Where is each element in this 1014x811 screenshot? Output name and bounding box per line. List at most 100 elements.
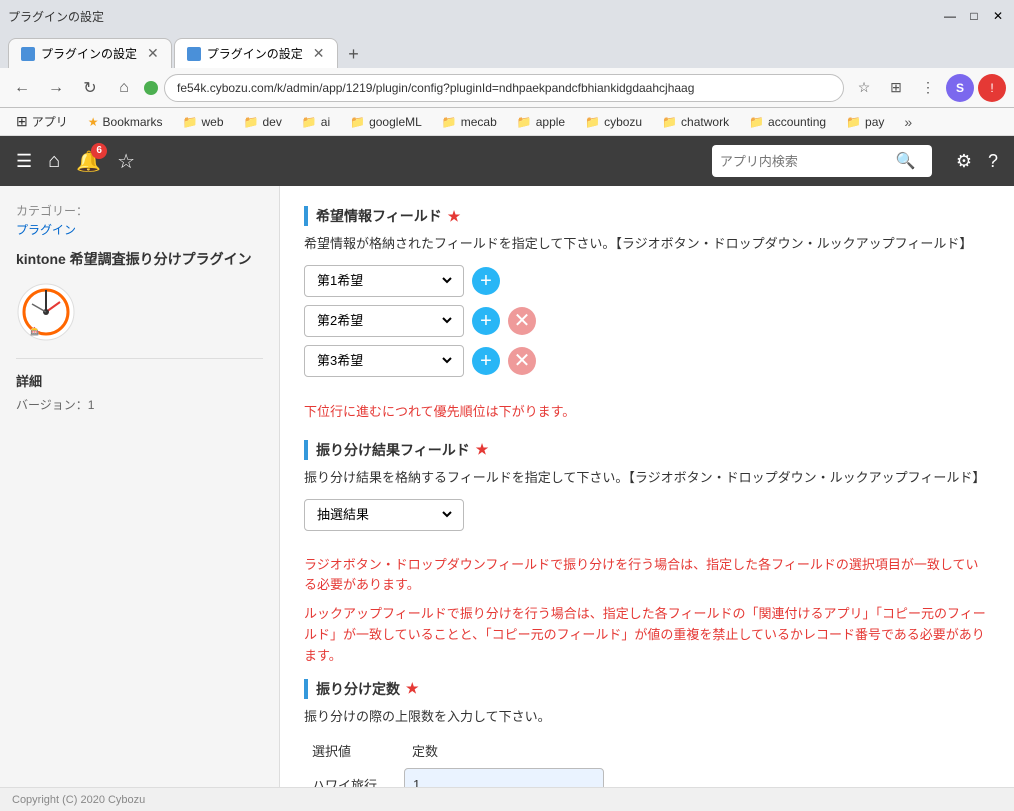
dropdown-row-2: 第2希望 + ✕	[304, 305, 990, 337]
sidebar-category-label: カテゴリー：	[16, 202, 263, 219]
address-bar: ← → ↻ ⌂ ☆ ⊞ ⋮ S !	[0, 68, 1014, 108]
add-field-button-2[interactable]: +	[472, 307, 500, 335]
remove-field-button-3[interactable]: ✕	[508, 347, 536, 375]
bookmark-mecab-label: mecab	[461, 115, 497, 129]
bookmark-accounting[interactable]: 📁 accounting	[741, 113, 834, 131]
home-icon[interactable]: ⌂	[48, 150, 60, 173]
bookmark-pay[interactable]: 📁 pay	[838, 113, 892, 131]
bookmarks-folder[interactable]: ★ Bookmarks	[80, 113, 171, 131]
add-field-button-1[interactable]: +	[472, 267, 500, 295]
bookmark-chatwork-label: chatwork	[681, 115, 729, 129]
bookmark-mecab[interactable]: 📁 mecab	[434, 113, 505, 131]
header-search-input[interactable]	[720, 154, 890, 169]
favorites-star-icon[interactable]: ☆	[117, 149, 135, 174]
field-select-1[interactable]: 第1希望	[313, 272, 455, 289]
header-search-box: 🔍	[712, 145, 932, 177]
browser-menu-button[interactable]: ⋮	[914, 74, 942, 102]
back-button[interactable]: ←	[8, 74, 36, 102]
sidebar-divider	[16, 358, 263, 359]
section3-required-mark: ★	[406, 680, 419, 697]
priority-note: 下位行に進むにつれて優先順位は下がります。	[304, 401, 990, 420]
section1-required-mark: ★	[448, 208, 461, 225]
bookmark-apple[interactable]: 📁 apple	[509, 113, 573, 131]
row-input-hawaii[interactable]	[404, 768, 604, 787]
address-input[interactable]	[164, 74, 844, 102]
notification-button[interactable]: !	[978, 74, 1006, 102]
tab-2[interactable]: プラグインの設定 ✕	[174, 38, 338, 68]
title-bar: プラグインの設定 — □ ✕	[0, 0, 1014, 32]
tab-1[interactable]: プラグインの設定 ✕	[8, 38, 172, 68]
new-tab-button[interactable]: +	[340, 40, 368, 68]
bookmark-accounting-label: accounting	[768, 115, 826, 129]
tab-2-close[interactable]: ✕	[313, 45, 325, 62]
settings-gear-icon[interactable]: ⚙	[956, 151, 972, 172]
apps-button[interactable]: ⊞ アプリ	[8, 111, 76, 132]
section3-title: 振り分け定数 ★	[304, 679, 990, 699]
bookmarks-more-button[interactable]: »	[896, 112, 920, 132]
hamburger-menu-icon[interactable]: ☰	[16, 151, 32, 172]
add-field-button-3[interactable]: +	[472, 347, 500, 375]
maximize-button[interactable]: □	[966, 8, 982, 24]
folder-icon-mecab: 📁	[442, 115, 457, 129]
section2-desc: 振り分け結果を格納するフィールドを指定して下さい。【ラジオボタン・ドロップダウン…	[304, 468, 990, 489]
section-hope-fields: 希望情報フィールド ★ 希望情報が格納されたフィールドを指定して下さい。【ラジオ…	[304, 206, 990, 377]
row-label-hawaii: ハワイ旅行	[304, 771, 404, 787]
folder-icon-web: 📁	[183, 115, 198, 129]
warning-text-2: ルックアップフィールドで振り分けを行う場合は、指定した各フィールドの「関連付ける…	[304, 604, 990, 666]
footer: Copyright (C) 2020 Cybozu	[0, 787, 1014, 811]
sidebar-plugin-link[interactable]: プラグイン	[16, 221, 263, 238]
folder-icon-apple: 📁	[517, 115, 532, 129]
th-value: 定数	[404, 737, 604, 764]
bookmarks-bar: ⊞ アプリ ★ Bookmarks 📁 web 📁 dev 📁 ai 📁 goo…	[0, 108, 1014, 136]
field-dropdown-1[interactable]: 第1希望	[304, 265, 464, 297]
bell-icon[interactable]: 🔔 6	[76, 149, 101, 174]
field-select-result[interactable]: 抽選結果	[313, 506, 455, 523]
bookmark-chatwork[interactable]: 📁 chatwork	[654, 113, 737, 131]
extensions-button[interactable]: ⊞	[882, 74, 910, 102]
forward-button[interactable]: →	[42, 74, 70, 102]
folder-icon-dev: 📁	[244, 115, 259, 129]
profile-button[interactable]: S	[946, 74, 974, 102]
bookmark-googleml-label: googleML	[369, 115, 422, 129]
field-dropdown-2[interactable]: 第2希望	[304, 305, 464, 337]
bookmark-googleml[interactable]: 📁 googleML	[342, 113, 430, 131]
table-row-hawaii: ハワイ旅行	[304, 768, 990, 787]
tab-1-title: プラグインの設定	[41, 45, 137, 62]
field-select-3[interactable]: 第3希望	[313, 352, 455, 369]
bookmarks-label: Bookmarks	[103, 115, 163, 129]
help-question-icon[interactable]: ?	[988, 151, 998, 172]
remove-field-button-2[interactable]: ✕	[508, 307, 536, 335]
reload-button[interactable]: ↻	[76, 74, 104, 102]
bookmark-dev[interactable]: 📁 dev	[236, 113, 290, 131]
bookmark-cybozu[interactable]: 📁 cybozu	[577, 113, 650, 131]
bookmark-apple-label: apple	[536, 115, 565, 129]
folder-icon-chatwork: 📁	[662, 115, 677, 129]
section3-desc: 振り分けの際の上限数を入力して下さい。	[304, 707, 990, 728]
warning-text-1: ラジオボタン・ドロップダウンフィールドで振り分けを行う場合は、指定した各フィール…	[304, 555, 990, 597]
content-area: 希望情報フィールド ★ 希望情報が格納されたフィールドを指定して下さい。【ラジオ…	[280, 186, 1014, 787]
bookmark-ai[interactable]: 📁 ai	[294, 113, 338, 131]
bookmark-web[interactable]: 📁 web	[175, 113, 232, 131]
sidebar-plugin-name: kintone 希望調査振り分けプラグイン	[16, 250, 263, 270]
folder-icon-googleml: 📁	[350, 115, 365, 129]
section-result-fields: 振り分け結果フィールド ★ 振り分け結果を格納するフィールドを指定して下さい。【…	[304, 440, 990, 531]
minimize-button[interactable]: —	[942, 8, 958, 24]
tab-2-title: プラグインの設定	[207, 45, 303, 62]
header-search-icon[interactable]: 🔍	[896, 151, 916, 171]
field-dropdown-result[interactable]: 抽選結果	[304, 499, 464, 531]
tab-1-icon	[21, 47, 35, 61]
home-button[interactable]: ⌂	[110, 74, 138, 102]
apps-grid-icon: ⊞	[16, 113, 28, 130]
bookmark-dev-label: dev	[262, 115, 281, 129]
tab-1-close[interactable]: ✕	[147, 45, 159, 62]
field-select-2[interactable]: 第2希望	[313, 312, 455, 329]
tab-bar: プラグインの設定 ✕ プラグインの設定 ✕ +	[0, 32, 1014, 68]
tab-2-icon	[187, 47, 201, 61]
folder-icon-cybozu: 📁	[585, 115, 600, 129]
bookmark-star-button[interactable]: ☆	[850, 74, 878, 102]
sidebar-plugin-image: 🎰	[16, 282, 76, 342]
dropdown-row-1: 第1希望 +	[304, 265, 990, 297]
title-bar-label: プラグインの設定	[8, 8, 938, 25]
field-dropdown-3[interactable]: 第3希望	[304, 345, 464, 377]
close-button[interactable]: ✕	[990, 8, 1006, 24]
